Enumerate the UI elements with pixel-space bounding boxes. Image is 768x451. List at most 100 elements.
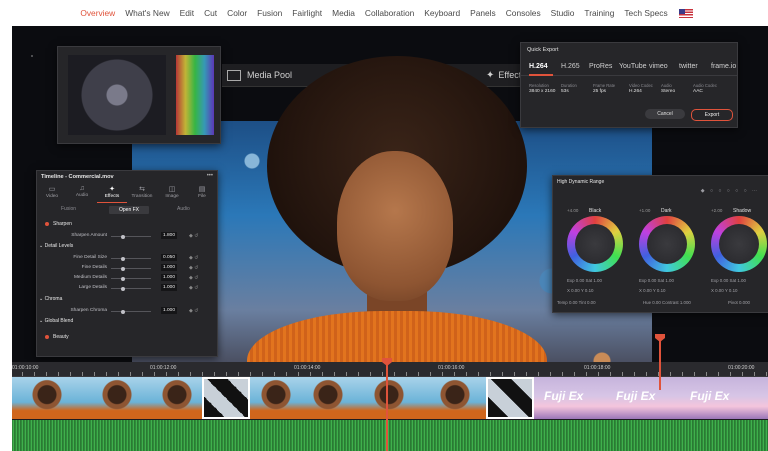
portrait-clip[interactable] [302, 377, 355, 419]
param-slider[interactable] [111, 256, 151, 261]
timeline-marker[interactable] [655, 334, 665, 390]
nav-link-edit[interactable]: Edit [180, 8, 194, 18]
more-options-icon[interactable]: ••• [207, 173, 213, 179]
marker-handle[interactable] [655, 334, 665, 342]
pivot-row: Pivot 0.000 [728, 300, 750, 305]
cancel-button[interactable]: Cancel [645, 109, 685, 119]
us-flag-icon[interactable] [678, 8, 693, 18]
ruler-tick [178, 372, 179, 376]
codec-frame-io[interactable]: frame.io [711, 63, 736, 70]
nav-link-studio[interactable]: Studio [551, 8, 575, 18]
color-wheel-shadow[interactable] [711, 216, 767, 272]
audio-track[interactable] [12, 420, 768, 451]
tab-video[interactable]: ▭ Video [37, 185, 67, 199]
param-slider[interactable] [111, 309, 151, 314]
param-value-field[interactable]: 1.000 [161, 274, 177, 281]
param-value-field[interactable]: 1.000 [161, 307, 177, 314]
param-value-field[interactable]: 0.050 [161, 254, 177, 261]
param-value-field[interactable]: 1.000 [161, 264, 177, 271]
fuji-clip[interactable]: Fuji Ex [680, 377, 768, 419]
export-button[interactable]: Export [691, 109, 733, 121]
tab-file[interactable]: ▤ File [187, 185, 217, 199]
keyframe-icon[interactable]: ◆ ↺ [189, 285, 198, 291]
portrait-clip[interactable] [82, 377, 153, 419]
nav-link-what-s-new[interactable]: What's New [125, 8, 169, 18]
active-tab-indicator [97, 202, 127, 203]
portrait-clip[interactable] [12, 377, 83, 419]
codec-h-265[interactable]: H.265 [561, 63, 580, 70]
nav-link-color[interactable]: Color [227, 8, 247, 18]
portrait-clip[interactable] [424, 377, 487, 419]
subtab-audio[interactable]: Audio [177, 206, 190, 212]
quick-export-window: Quick Export H.264 H.265 ProRes YouTube vimeo… [520, 42, 738, 128]
export-field-value: 25 fps [593, 89, 607, 94]
timecode-label: 01:00:18:00 [584, 365, 611, 371]
wheel-name-dark: Dark [661, 208, 672, 214]
tab-effects[interactable]: ✦ Effects [97, 185, 127, 199]
fuji-title-text: Fuji Ex [616, 389, 656, 403]
tab-audio[interactable]: ♫ Audio [67, 185, 97, 198]
param-slider[interactable] [111, 234, 151, 239]
nav-link-overview[interactable]: Overview [80, 8, 115, 18]
keyframe-icon[interactable]: ◆ ↺ [189, 275, 198, 281]
ruler-tick [226, 372, 227, 376]
timecode-label: 01:00:16:00 [438, 365, 465, 371]
section-global-blend[interactable]: ⌄ Global Blend [39, 318, 215, 327]
ruler-tick [478, 372, 479, 376]
section-detail-levels[interactable]: ⌄ Detail Levels [39, 243, 215, 252]
param-slider[interactable] [111, 276, 151, 281]
nav-link-media[interactable]: Media [332, 8, 355, 18]
fuji-clip[interactable]: Fuji Ex [606, 377, 681, 419]
ruler-tick [262, 372, 263, 376]
nav-link-training[interactable]: Training [584, 8, 614, 18]
nav-link-panels[interactable]: Panels [470, 8, 496, 18]
nav-link-consoles[interactable]: Consoles [506, 8, 541, 18]
nav-link-cut[interactable]: Cut [204, 8, 217, 18]
keyframe-icon[interactable]: ◆ ↺ [189, 308, 198, 314]
ruler-tick [118, 372, 119, 376]
portrait-clip[interactable] [354, 377, 425, 419]
color-wheel-black[interactable] [567, 216, 623, 272]
param-slider[interactable] [111, 266, 151, 271]
subtab-fusion[interactable]: Fusion [61, 206, 76, 212]
nav-link-fusion[interactable]: Fusion [257, 8, 282, 18]
color-wheel-dark[interactable] [639, 216, 695, 272]
codec-h-264[interactable]: H.264 [529, 63, 548, 70]
keyframe-icon[interactable]: ◆ ↺ [189, 265, 198, 271]
playhead[interactable] [382, 358, 392, 451]
transition-clip[interactable] [202, 377, 250, 419]
section-beauty[interactable]: Beauty [39, 334, 215, 343]
fuji-clip[interactable]: Fuji Ex [534, 377, 607, 419]
nav-link-keyboard[interactable]: Keyboard [424, 8, 460, 18]
hdr-controls-icons[interactable]: ◆ ○ ○ ○ ○ ○ ⋯ [701, 188, 759, 194]
portrait-clip[interactable] [152, 377, 203, 419]
tab-image[interactable]: ◫ Image [157, 185, 187, 199]
export-field-label: Audio [661, 83, 672, 88]
video-track[interactable]: Fuji Ex Fuji Ex Fuji Ex [12, 377, 768, 419]
keyframe-icon[interactable]: ◆ ↺ [189, 255, 198, 261]
scope-window [57, 46, 221, 144]
param-slider[interactable] [111, 286, 151, 291]
ruler-tick [730, 372, 731, 376]
tab-transition[interactable]: ⇆ Transition [127, 185, 157, 199]
param-value-field[interactable]: 1.000 [161, 284, 177, 291]
keyframe-icon[interactable]: ◆ ↺ [189, 233, 198, 239]
param-value-field[interactable]: 1.800 [161, 232, 177, 239]
nav-link-tech-specs[interactable]: Tech Specs [624, 8, 667, 18]
enable-dot-icon[interactable] [45, 334, 49, 339]
transition-clip[interactable] [486, 377, 534, 419]
nav-link-fairlight[interactable]: Fairlight [292, 8, 322, 18]
portrait-clip[interactable] [250, 377, 303, 419]
codec-twitter[interactable]: twitter [679, 63, 698, 70]
codec-youtube[interactable]: YouTube [619, 63, 647, 70]
subtab-open-fx[interactable]: Open FX [109, 206, 150, 214]
codec-vimeo[interactable]: vimeo [649, 63, 668, 70]
section-chroma[interactable]: ⌄ Chroma [39, 296, 215, 305]
codec-prores[interactable]: ProRes [589, 63, 612, 70]
timecode-ruler[interactable]: 01:00:10:00 01:00:12:00 01:00:14:00 01:00:1… [12, 362, 768, 377]
resolve-stage: Media Pool ✦ Effects Quick Export H.264 H.… [12, 26, 768, 451]
codec-divider [521, 75, 737, 76]
section-sharpen[interactable]: Sharpen [39, 221, 215, 230]
nav-link-collaboration[interactable]: Collaboration [365, 8, 414, 18]
enable-dot-icon[interactable] [45, 221, 49, 226]
